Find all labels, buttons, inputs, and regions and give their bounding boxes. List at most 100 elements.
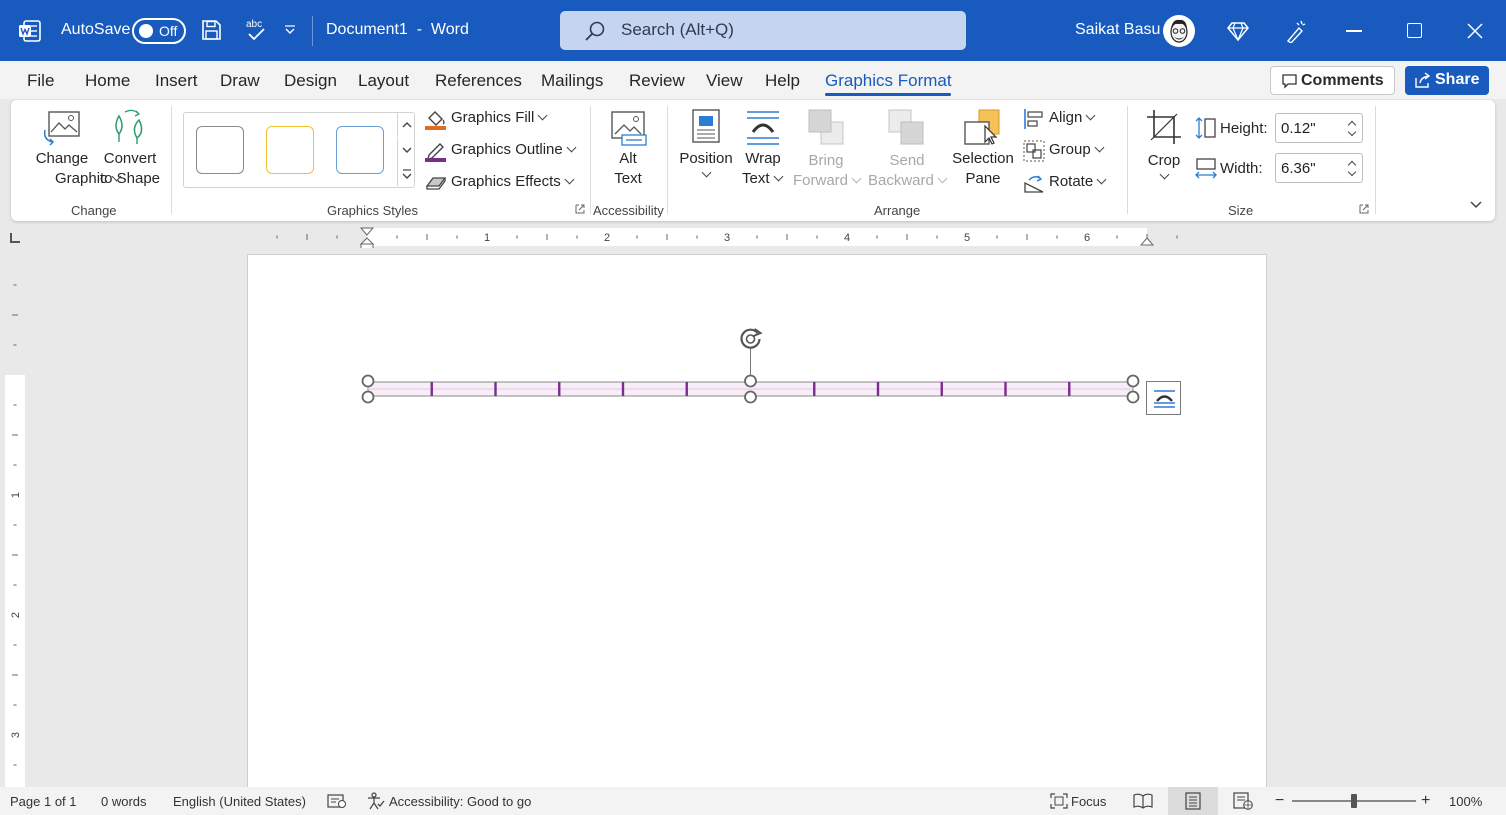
style-swatch-gold[interactable] bbox=[266, 126, 314, 174]
height-value: 0.12" bbox=[1281, 120, 1316, 137]
group-label-arrange: Arrange bbox=[874, 203, 921, 218]
dialog-launcher-icon[interactable] bbox=[575, 204, 585, 214]
chevron-down-icon bbox=[1094, 142, 1105, 153]
group-separator bbox=[171, 106, 172, 214]
read-mode-icon[interactable] bbox=[1133, 793, 1153, 809]
height-input[interactable]: 0.12" bbox=[1275, 113, 1363, 143]
accessibility-status[interactable]: Accessibility: Good to go bbox=[389, 794, 531, 809]
ruler-margin-right bbox=[1147, 228, 1267, 246]
maximize-icon[interactable] bbox=[1407, 23, 1422, 38]
graphics-outline-label-wrap: Graphics Outline bbox=[451, 141, 577, 158]
group-label-size: Size bbox=[1228, 203, 1254, 218]
spelling-icon[interactable]: abc bbox=[244, 17, 268, 43]
graphics-effects-button[interactable]: Graphics Effects bbox=[425, 171, 585, 195]
horizontal-ruler[interactable]: 1 2 3 4 5 6 bbox=[30, 226, 1506, 248]
change-graphic-label-1: Change bbox=[35, 150, 89, 167]
style-swatch-gray[interactable] bbox=[196, 126, 244, 174]
comments-label: Comments bbox=[1301, 72, 1384, 89]
layout-options-button[interactable] bbox=[1146, 381, 1181, 415]
tab-mailings[interactable]: Mailings bbox=[541, 71, 603, 91]
tab-file[interactable]: File bbox=[27, 71, 54, 91]
save-icon[interactable] bbox=[200, 19, 222, 41]
width-input[interactable]: 6.36" bbox=[1275, 153, 1363, 183]
zoom-out-button[interactable]: − bbox=[1275, 792, 1284, 810]
language[interactable]: English (United States) bbox=[173, 794, 306, 809]
align-icon bbox=[1024, 109, 1043, 129]
word-count[interactable]: 0 words bbox=[101, 794, 147, 809]
graphics-outline-button[interactable]: Graphics Outline bbox=[425, 139, 585, 163]
avatar[interactable] bbox=[1163, 15, 1195, 47]
minimize-icon[interactable] bbox=[1346, 30, 1362, 32]
focus-button[interactable]: Focus bbox=[1071, 794, 1106, 809]
crop-icon bbox=[1147, 110, 1181, 144]
zoom-in-button[interactable]: + bbox=[1421, 792, 1430, 810]
word-app-icon[interactable] bbox=[18, 19, 42, 43]
page-count[interactable]: Page 1 of 1 bbox=[10, 794, 77, 809]
gallery-scroll-up[interactable] bbox=[397, 113, 415, 137]
search-box[interactable]: Search (Alt+Q) bbox=[560, 11, 966, 50]
tab-layout[interactable]: Layout bbox=[358, 71, 409, 91]
customize-qat-icon[interactable] bbox=[284, 24, 296, 36]
spin-down-icon[interactable] bbox=[1347, 127, 1357, 137]
ribbon-tab-bar: File Home Insert Draw Design Layout Refe… bbox=[0, 61, 1506, 99]
tab-selector-icon[interactable] bbox=[10, 233, 20, 243]
user-name[interactable]: Saikat Basu bbox=[1075, 21, 1160, 39]
chevron-down-icon bbox=[701, 167, 711, 178]
diamond-icon[interactable] bbox=[1227, 20, 1249, 42]
close-icon[interactable] bbox=[1466, 22, 1484, 40]
accessibility-icon[interactable] bbox=[367, 792, 385, 810]
alt-text-icon bbox=[611, 111, 647, 146]
tab-review[interactable]: Review bbox=[629, 71, 685, 91]
style-swatch-blue[interactable] bbox=[336, 126, 384, 174]
designer-wand-icon[interactable] bbox=[1285, 19, 1307, 43]
alt-text-label-2: Text bbox=[614, 170, 642, 187]
zoom-level[interactable]: 100% bbox=[1449, 794, 1482, 809]
align-label: Align bbox=[1049, 109, 1083, 126]
tab-insert[interactable]: Insert bbox=[155, 71, 198, 91]
align-button[interactable]: Align bbox=[1023, 107, 1123, 131]
tab-help[interactable]: Help bbox=[765, 71, 800, 91]
resize-handle bbox=[361, 390, 375, 404]
gallery-scroll-down[interactable] bbox=[397, 138, 415, 162]
rotate-label-wrap: Rotate bbox=[1049, 173, 1107, 190]
crop-label: Crop bbox=[1147, 152, 1181, 169]
group-button[interactable]: Group bbox=[1023, 139, 1123, 163]
avatar-face-icon bbox=[1170, 19, 1188, 43]
gallery-more[interactable] bbox=[397, 162, 415, 186]
group-label-accessibility: Accessibility bbox=[593, 203, 664, 218]
tab-draw[interactable]: Draw bbox=[220, 71, 260, 91]
vertical-ruler[interactable]: 1 2 3 bbox=[0, 249, 30, 789]
tab-home[interactable]: Home bbox=[85, 71, 130, 91]
macro-recording-icon[interactable] bbox=[327, 793, 347, 809]
selection-pane-label-1: Selection bbox=[952, 150, 1014, 167]
rotate-button[interactable]: Rotate bbox=[1023, 171, 1123, 195]
graphics-fill-label-wrap: Graphics Fill bbox=[451, 109, 548, 126]
chevron-down-icon bbox=[566, 142, 577, 153]
collapse-ribbon-icon[interactable] bbox=[1469, 200, 1483, 210]
share-label: Share bbox=[1435, 71, 1480, 88]
more-icon bbox=[402, 169, 412, 179]
send-backward-label-1: Send bbox=[889, 152, 925, 169]
status-bar: Page 1 of 1 0 words English (United Stat… bbox=[0, 787, 1506, 815]
share-button[interactable]: Share bbox=[1405, 66, 1489, 95]
ribbon: Change Graphic Convert to Shape Change G bbox=[11, 100, 1495, 221]
dialog-launcher-icon[interactable] bbox=[1359, 204, 1369, 214]
zoom-slider-thumb[interactable] bbox=[1351, 794, 1357, 808]
autosave-state: Off bbox=[159, 23, 178, 39]
spin-down-icon[interactable] bbox=[1347, 167, 1357, 177]
selected-graphic[interactable] bbox=[248, 255, 1268, 795]
resize-handle bbox=[1126, 374, 1140, 388]
ruler-margin-top bbox=[5, 249, 25, 375]
document-page[interactable] bbox=[247, 254, 1267, 794]
width-label: Width: bbox=[1220, 160, 1263, 177]
tab-view[interactable]: View bbox=[706, 71, 743, 91]
autosave-toggle[interactable]: Off bbox=[132, 18, 186, 44]
comments-button[interactable]: Comments bbox=[1270, 66, 1395, 95]
web-layout-icon[interactable] bbox=[1233, 792, 1253, 810]
graphics-fill-button[interactable]: Graphics Fill bbox=[425, 107, 575, 131]
tab-references[interactable]: References bbox=[435, 71, 522, 91]
print-layout-view-button[interactable] bbox=[1168, 787, 1218, 815]
tab-design[interactable]: Design bbox=[284, 71, 337, 91]
ruler-number: 1 bbox=[10, 492, 22, 498]
tab-graphics-format[interactable]: Graphics Format bbox=[825, 71, 952, 91]
